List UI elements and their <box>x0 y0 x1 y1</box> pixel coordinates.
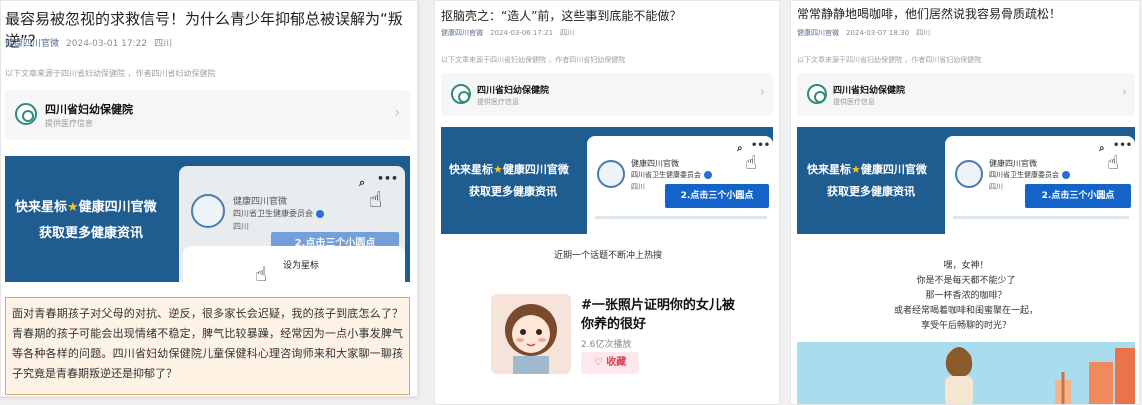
pointing-hand-icon: ☝ <box>255 262 268 282</box>
topic-title: #一张照片证明你的女儿被你养的很好 <box>581 298 735 332</box>
mock-account-name: 健康四川官微 <box>233 197 288 207</box>
account-name: 四川省妇幼保健院 <box>45 103 133 116</box>
article-meta: 健康四川官微 2024-03-01 17:22 四川 <box>5 36 172 49</box>
mock-account-name: 健康四川官微 <box>989 159 1037 168</box>
account-logo-icon <box>597 160 625 188</box>
topic-thumbnail <box>491 294 571 374</box>
more-dots-icon: ••• <box>751 140 771 151</box>
article-title: 抠脑壳之：“造人”前，这些事到底能不能做？ <box>441 9 682 23</box>
phone-mockup: 健康四川官微 四川省卫生健康委员会 四川 ⌕ ••• ☝ 2.点击三个小圆点 <box>587 136 773 234</box>
collect-button[interactable]: ♡ 收藏 <box>581 352 639 374</box>
placeholder-bar <box>953 216 1129 219</box>
publish-datetime: 2024-03-01 17:22 <box>66 39 148 49</box>
banner-line1: 快来星标★健康四川官微 <box>15 200 157 215</box>
mock-account-dept: 四川省卫生健康委员会 <box>989 170 1070 180</box>
city-scene-graphic <box>797 342 1135 404</box>
tap-three-dots-button: 2.点击三个小圆点 <box>1025 184 1131 208</box>
account-logo-icon <box>955 160 983 188</box>
source-note: 以下文章来源于四川省妇幼保健院 ，作者四川省妇幼保健院 <box>5 69 216 78</box>
publish-datetime: 2024-03-07 18:30 <box>846 29 910 37</box>
verified-icon <box>316 209 324 218</box>
tap-three-dots-button: 2.点击三个小圆点 <box>665 184 769 208</box>
source-account-card[interactable]: 四川省妇幼保健院 提供医疗信息 › <box>5 90 410 140</box>
hot-topic-card[interactable]: #一张照片证明你的女儿被你养的很好 2.6亿次播放 ♡ 收藏 <box>491 294 751 376</box>
hot-topic-caption: 近期一个话题不断冲上热搜 <box>553 251 662 261</box>
poem-line: 或者经常喝着咖啡和闺蜜聚在一起， <box>893 306 1038 316</box>
article-panel-1: 最容易被忽视的求救信号！为什么青少年抑郁总被误解为“叛逆”？ 健康四川官微 202… <box>0 0 418 397</box>
account-name: 四川省妇幼保健院 <box>477 86 550 96</box>
publish-location: 四川 <box>560 29 575 37</box>
girl-portrait-illustration <box>491 294 571 374</box>
hospital-logo-icon <box>451 84 471 104</box>
publish-datetime: 2024-03-06 17:21 <box>490 29 554 37</box>
heart-icon: ♡ <box>593 357 607 368</box>
search-icon: ⌕ <box>737 143 743 154</box>
mock-account-location: 四川 <box>631 183 645 191</box>
hospital-logo-icon <box>15 103 37 125</box>
star-guide-banner: 快来星标★健康四川官微 获取更多健康资讯 健康四川官微 四川省卫生健康委员会 四… <box>441 127 773 234</box>
pointing-hand-icon: ☝ <box>1107 152 1119 174</box>
article-meta: 健康四川官微 2024-03-06 17:21 四川 <box>441 28 574 38</box>
hospital-logo-icon <box>807 84 827 104</box>
article-panel-2: 抠脑壳之：“造人”前，这些事到底能不能做？ 健康四川官微 2024-03-06 1… <box>434 0 780 405</box>
source-account-card[interactable]: 四川省妇幼保健院 提供医疗信息 › <box>441 73 773 116</box>
intro-paragraph: 面对青春期孩子对父母的对抗、逆反，很多家长会迟疑，我的孩子到底怎么了？青春期的孩… <box>5 297 410 395</box>
banner-line1: 快来星标★健康四川官微 <box>807 163 927 176</box>
account-desc: 提供医疗信息 <box>833 98 875 106</box>
mock-account-location: 四川 <box>989 183 1003 191</box>
star-popup: 设为星标 ☝ <box>183 246 405 282</box>
star-icon: ★ <box>493 163 503 176</box>
more-dots-icon: ••• <box>1113 140 1133 151</box>
star-guide-banner: 快来星标★健康四川官微 获取更多健康资讯 健康四川官微 四川省卫生健康委员会 四… <box>5 156 410 282</box>
coffee-woman-illustration <box>797 342 1135 404</box>
mock-account-dept: 四川省卫生健康委员会 <box>233 208 324 219</box>
poem-line: 嘿，女神！ <box>943 261 989 271</box>
mock-account-name: 健康四川官微 <box>631 159 679 168</box>
chevron-right-icon: › <box>1121 85 1127 100</box>
poem-line: 你是不是每天都不能少了 <box>916 276 1016 286</box>
intro-poem: 嘿，女神！ 你是不是每天都不能少了 那一杯香浓的咖啡？ 或者经常喝着咖啡和闺蜜聚… <box>791 259 1139 334</box>
banner-line2: 获取更多健康资讯 <box>827 185 915 198</box>
search-icon: ⌕ <box>359 176 366 189</box>
mock-account-dept: 四川省卫生健康委员会 <box>631 170 712 180</box>
search-icon: ⌕ <box>1099 143 1105 154</box>
account-desc: 提供医疗信息 <box>45 119 93 128</box>
phone-mockup: 健康四川官微 四川省卫生健康委员会 四川 ⌕ ••• ☝ 2.点击三个小圆点 <box>945 136 1135 234</box>
source-account-card[interactable]: 四川省妇幼保健院 提供医疗信息 › <box>797 73 1135 116</box>
publish-location: 四川 <box>916 29 931 37</box>
verified-icon <box>1062 171 1070 179</box>
account-logo-icon <box>191 194 225 228</box>
source-note: 以下文章来源于四川省妇幼保健院 ，作者四川省妇幼保健院 <box>797 56 982 64</box>
chevron-right-icon: › <box>394 105 400 121</box>
pointing-hand-icon: ☝ <box>745 152 757 174</box>
account-desc: 提供医疗信息 <box>477 98 519 106</box>
pointing-hand-icon: ☝ <box>369 188 383 213</box>
verified-icon <box>704 171 712 179</box>
poem-line: 享受午后畅聊的时光？ <box>920 321 1011 331</box>
author-link[interactable]: 健康四川官微 <box>797 29 839 37</box>
author-link[interactable]: 健康四川官微 <box>5 39 59 49</box>
screenshot-collage: 最容易被忽视的求救信号！为什么青少年抑郁总被误解为“叛逆”？ 健康四川官微 202… <box>0 0 1142 405</box>
poem-line: 那一杯香浓的咖啡？ <box>925 291 1007 301</box>
author-link[interactable]: 健康四川官微 <box>441 29 483 37</box>
more-dots-icon: ••• <box>377 172 399 185</box>
chevron-right-icon: › <box>759 85 765 100</box>
topic-plays: 2.6亿次播放 <box>581 340 632 350</box>
source-note: 以下文章来源于四川省妇幼保健院 ，作者四川省妇幼保健院 <box>441 56 626 64</box>
set-star-option: 设为星标 <box>283 261 320 271</box>
banner-line1: 快来星标★健康四川官微 <box>449 163 569 176</box>
placeholder-bar <box>595 216 767 219</box>
article-panel-3: 常常静静地喝咖啡，他们居然说我容易骨质疏松！ 健康四川官微 2024-03-07 … <box>790 0 1140 405</box>
account-name: 四川省妇幼保健院 <box>833 86 906 96</box>
star-guide-banner: 快来星标★健康四川官微 获取更多健康资讯 健康四川官微 四川省卫生健康委员会 四… <box>797 127 1135 234</box>
article-meta: 健康四川官微 2024-03-07 18:30 四川 <box>797 28 930 38</box>
banner-line2: 获取更多健康资讯 <box>39 226 144 241</box>
banner-line2: 获取更多健康资讯 <box>469 185 557 198</box>
star-icon: ★ <box>67 200 79 215</box>
star-icon: ★ <box>851 163 861 176</box>
phone-mockup: 健康四川官微 四川省卫生健康委员会 四川 ⌕ ••• ☝ 2.点击三个小圆点 设… <box>179 166 405 282</box>
publish-location: 四川 <box>154 39 173 49</box>
mock-account-location: 四川 <box>233 222 249 231</box>
article-title: 常常静静地喝咖啡，他们居然说我容易骨质疏松！ <box>797 7 1062 21</box>
